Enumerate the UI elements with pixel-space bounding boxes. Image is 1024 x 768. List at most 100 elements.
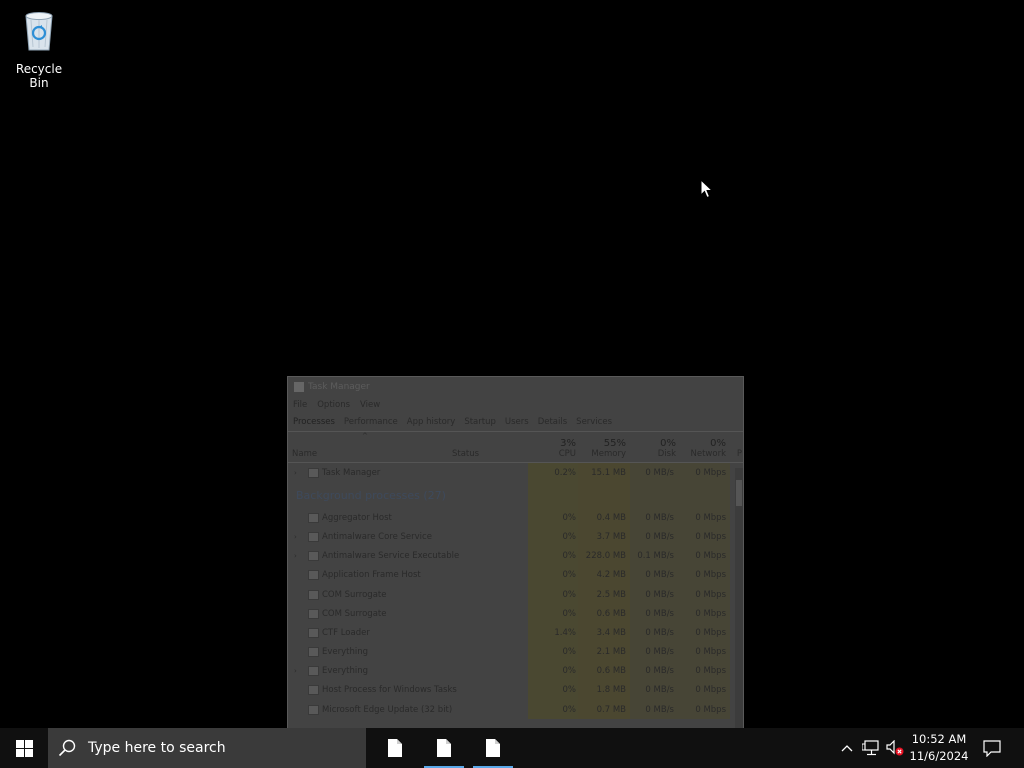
taskbar-app-3[interactable] [473, 728, 513, 768]
menu-options[interactable]: Options [317, 400, 350, 410]
process-row[interactable]: Application Frame Host 0% 4.2 MB 0 MB/s 0 Mb… [288, 566, 743, 585]
memory-value: 0.4 MB [596, 512, 626, 523]
network-value: 0 Mbps [695, 627, 726, 638]
network-value: 0 Mbps [695, 704, 726, 715]
process-icon [308, 589, 319, 600]
taskbar-app-2[interactable] [424, 728, 464, 768]
taskbar-clock[interactable]: 10:52 AM 11/6/2024 [904, 728, 974, 768]
network-percent: 0% [710, 438, 726, 449]
network-value: 0 Mbps [695, 608, 726, 619]
column-name[interactable]: Name [292, 449, 317, 459]
column-status[interactable]: Status [452, 449, 479, 459]
search-placeholder: Type here to search [88, 740, 226, 756]
disk-value: 0 MB/s [645, 666, 674, 677]
tab-processes[interactable]: Processes [293, 417, 335, 427]
column-disk[interactable]: 0% Disk [636, 438, 676, 459]
column-header-row: ^ Name Status 3% CPU 55% Memory 0% Disk … [288, 432, 743, 463]
taskbar-app-1[interactable] [375, 728, 415, 768]
network-value: 0 Mbps [695, 685, 726, 696]
cpu-value: 0% [562, 589, 577, 600]
network-value: 0 Mbps [695, 589, 726, 600]
disk-value: 0 MB/s [645, 608, 674, 619]
process-icon [308, 647, 319, 658]
memory-value: 2.5 MB [596, 589, 626, 600]
mouse-cursor-icon [700, 179, 714, 199]
menu-view[interactable]: View [360, 400, 380, 410]
windows-logo-icon [15, 739, 33, 757]
tab-bar: Processes Performance App history Startu… [288, 413, 743, 432]
cpu-value: 0% [562, 647, 577, 658]
cpu-value: 0% [562, 551, 577, 562]
process-name: Antimalware Core Service [322, 531, 432, 542]
process-row[interactable]: › Antimalware Service Executable 0% 228.0 M… [288, 547, 743, 566]
tab-services[interactable]: Services [576, 417, 612, 427]
task-manager-icon [308, 467, 319, 478]
memory-label: Memory [591, 449, 626, 459]
process-row[interactable]: COM Surrogate 0% 0.6 MB 0 MB/s 0 Mbps [288, 604, 743, 623]
cpu-value: 0% [562, 685, 577, 696]
network-icon [862, 740, 879, 756]
cpu-value: 0% [562, 531, 577, 542]
app-row-task-manager[interactable]: › Task Manager 0.2% 15.1 MB 0 MB/s 0 Mbp… [288, 463, 743, 482]
tab-details[interactable]: Details [538, 417, 567, 427]
expand-chevron-icon[interactable]: › [294, 552, 297, 560]
expand-chevron-icon[interactable]: › [294, 469, 297, 477]
process-row[interactable]: CTF Loader 1.4% 3.4 MB 0 MB/s 0 Mbps [288, 623, 743, 642]
process-name: Task Manager [322, 467, 381, 478]
network-value: 0 Mbps [695, 647, 726, 658]
disk-value: 0 MB/s [645, 467, 674, 478]
process-row[interactable]: Microsoft Edge Update (32 bit) 0% 0.7 MB 0 … [288, 700, 743, 719]
network-label: Network [690, 449, 727, 459]
menu-file[interactable]: File [293, 400, 307, 410]
process-row[interactable]: Host Process for Windows Tasks 0% 1.8 MB 0 … [288, 681, 743, 700]
disk-value: 0 MB/s [645, 685, 674, 696]
show-hidden-icons-button[interactable] [837, 728, 857, 768]
task-manager-titlebar[interactable]: Task Manager [288, 377, 743, 397]
process-name: COM Surrogate [322, 608, 387, 619]
cpu-value: 0% [562, 570, 577, 581]
disk-value: 0.1 MB/s [637, 551, 674, 562]
memory-value: 2.1 MB [596, 647, 626, 658]
clock-date: 11/6/2024 [909, 749, 969, 763]
start-button[interactable] [0, 728, 48, 768]
column-network[interactable]: 0% Network [680, 438, 727, 459]
column-power[interactable]: P [734, 449, 742, 459]
process-row[interactable]: › Antimalware Core Service 0% 3.7 MB 0 MB/s 0… [288, 527, 743, 546]
process-row[interactable]: Everything 0% 2.1 MB 0 MB/s 0 Mbps [288, 643, 743, 662]
vertical-scrollbar[interactable] [735, 468, 743, 729]
memory-value: 15.1 MB [591, 467, 626, 478]
tab-startup[interactable]: Startup [464, 417, 496, 427]
column-cpu[interactable]: 3% CPU [538, 438, 576, 459]
tab-users[interactable]: Users [505, 417, 529, 427]
recycle-bin-shortcut[interactable]: Recycle Bin [6, 8, 72, 90]
process-row[interactable]: COM Surrogate 0% 2.5 MB 0 MB/s 0 Mbps [288, 585, 743, 604]
process-row[interactable]: Aggregator Host 0% 0.4 MB 0 MB/s 0 Mbps [288, 508, 743, 527]
network-value: 0 Mbps [695, 666, 726, 677]
tab-app-history[interactable]: App history [407, 417, 456, 427]
tab-performance[interactable]: Performance [344, 417, 398, 427]
column-memory[interactable]: 55% Memory [578, 438, 626, 459]
document-icon [437, 739, 451, 757]
expand-chevron-icon[interactable]: › [294, 533, 297, 541]
taskbar-search-box[interactable]: Type here to search [48, 728, 366, 768]
sort-arrow-icon: ^ [362, 432, 368, 440]
memory-value: 0.7 MB [596, 704, 626, 715]
action-center-button[interactable] [978, 728, 1006, 768]
network-value: 0 Mbps [695, 531, 726, 542]
process-name: COM Surrogate [322, 589, 387, 600]
scrollbar-thumb[interactable] [736, 480, 742, 506]
volume-button[interactable] [884, 728, 906, 768]
network-value: 0 Mbps [695, 551, 726, 562]
task-manager-window[interactable]: Task Manager File Options View Processes… [287, 376, 744, 730]
process-row[interactable]: › Everything 0% 0.6 MB 0 MB/s 0 Mbps [288, 662, 743, 681]
process-list: › Task Manager 0.2% 15.1 MB 0 MB/s 0 Mbp… [288, 463, 743, 720]
cpu-value: 0% [562, 666, 577, 677]
network-status-button[interactable] [860, 728, 882, 768]
disk-value: 0 MB/s [645, 512, 674, 523]
process-icon [308, 570, 319, 581]
expand-chevron-icon[interactable]: › [294, 667, 297, 675]
notification-icon [983, 739, 1001, 757]
network-value: 0 Mbps [695, 467, 726, 478]
process-icon [308, 685, 319, 696]
search-icon [58, 739, 76, 757]
